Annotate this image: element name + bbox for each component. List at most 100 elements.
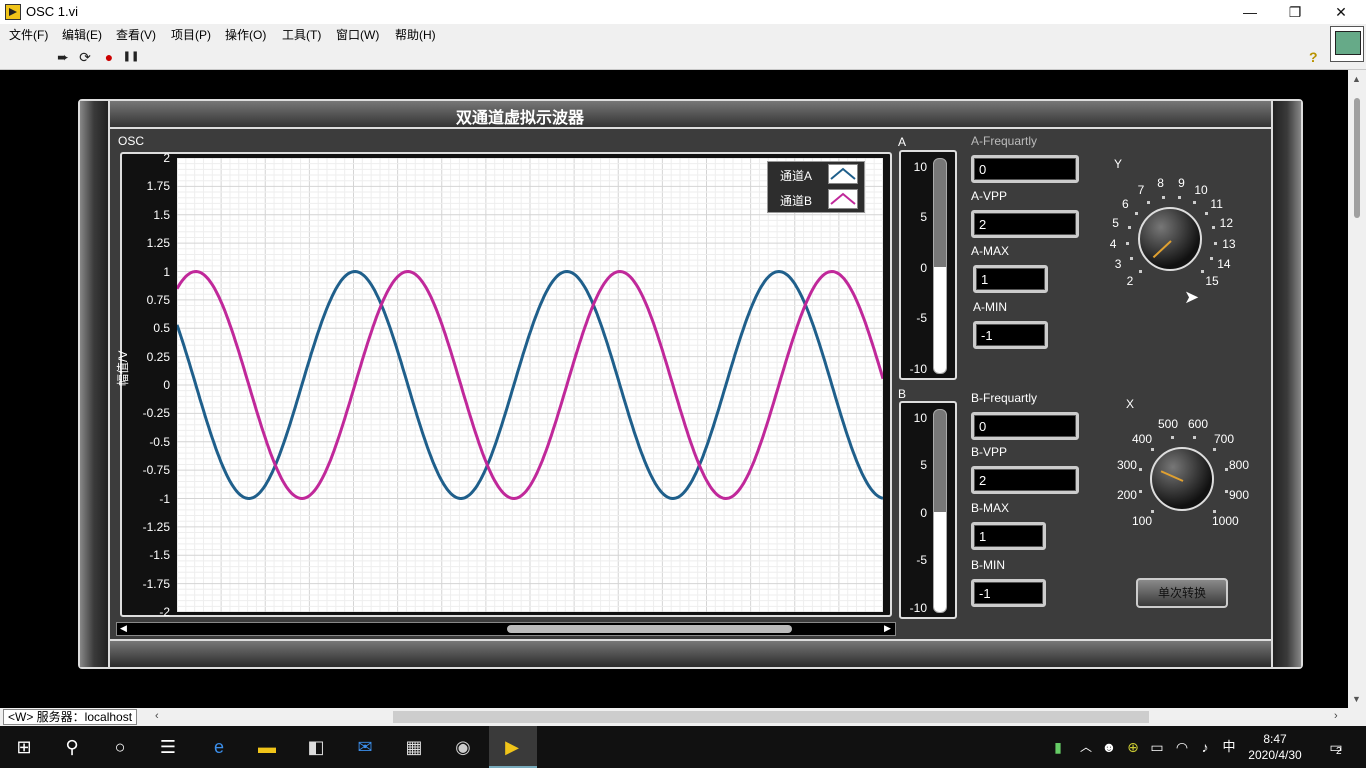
- knob-x-tick: 300: [1116, 457, 1137, 472]
- legend-swatch-b: [828, 189, 858, 209]
- knob-x-tick: 500: [1157, 416, 1178, 431]
- knob-y[interactable]: [1138, 207, 1202, 271]
- wifi-icon[interactable]: ◠: [1170, 735, 1194, 759]
- knob-y-tick: 3: [1114, 256, 1122, 271]
- b-max-field[interactable]: 1: [971, 522, 1046, 550]
- store-icon[interactable]: ◧: [304, 735, 328, 759]
- y-tick-label: 0: [163, 378, 170, 392]
- ime-indicator[interactable]: 中: [1217, 735, 1241, 759]
- menu-tools[interactable]: 工具(T): [282, 26, 321, 43]
- a-freq-field[interactable]: 0: [971, 155, 1079, 183]
- scroll-thumb[interactable]: [1354, 98, 1360, 218]
- abort-icon[interactable]: ●: [100, 49, 118, 65]
- scroll-down-icon[interactable]: ▼: [1352, 694, 1361, 704]
- battery-icon[interactable]: ▭: [1145, 735, 1169, 759]
- menu-help[interactable]: 帮助(H): [395, 26, 436, 43]
- knob-x-tick-mark: [1150, 510, 1154, 514]
- knob-x-label: X: [1126, 397, 1135, 411]
- hscroll-right-icon[interactable]: ›: [1334, 710, 1338, 722]
- y-tick-label: -2: [159, 605, 170, 619]
- y-tick-label: -1.25: [142, 519, 170, 534]
- knob-x-tick-mark: [1224, 490, 1228, 494]
- minimize-button[interactable]: —: [1227, 0, 1273, 24]
- taskbar: ⊞ ⚲ ○ ☰ e ▬ ◧ ✉ ▦ ◉ ▶ ▮ ︿ ☻ ⊕ ▭ ◠ ♪ 中 8:…: [0, 726, 1366, 768]
- run-continuously-icon[interactable]: ⟳: [76, 49, 94, 65]
- meter-a-tick: 0: [920, 261, 927, 275]
- labview-taskbar-icon[interactable]: ▶: [500, 735, 524, 759]
- panel-right-pillar: [1271, 101, 1301, 667]
- notification-count: 2: [1336, 746, 1342, 757]
- b-freq-field[interactable]: 0: [971, 412, 1079, 440]
- y-tick-label: -0.75: [142, 463, 170, 478]
- menu-view[interactable]: 查看(V): [116, 26, 156, 43]
- app-avatar-icon[interactable]: ◉: [451, 735, 475, 759]
- run-icon[interactable]: ➨: [54, 49, 72, 65]
- windows-start-icon[interactable]: ⊞: [12, 735, 36, 759]
- scroll-up-icon[interactable]: ▲: [1352, 74, 1361, 84]
- help-icon[interactable]: ?: [1309, 49, 1318, 65]
- edge-icon[interactable]: e: [207, 735, 231, 759]
- plot-area[interactable]: [175, 157, 885, 613]
- y-tick-label: -0.25: [142, 406, 170, 421]
- task-view-icon[interactable]: ☰: [156, 735, 180, 759]
- knob-y-tick: 14: [1217, 256, 1231, 271]
- knob-y-tick: 11: [1210, 197, 1223, 212]
- knob-x[interactable]: [1150, 447, 1214, 511]
- vertical-scrollbar[interactable]: ▲ ▼: [1348, 70, 1366, 708]
- battery-app-icon[interactable]: ▮: [1046, 735, 1070, 759]
- volume-icon[interactable]: ♪: [1193, 735, 1217, 759]
- maximize-button[interactable]: ❐: [1272, 0, 1318, 24]
- file-explorer-icon[interactable]: ▬: [255, 735, 279, 759]
- knob-y-tick-mark: [1204, 211, 1208, 215]
- b-min-label: B-MIN: [971, 558, 1005, 572]
- calculator-icon[interactable]: ▦: [402, 735, 426, 759]
- a-max-field[interactable]: 1: [973, 265, 1048, 293]
- knob-y-tick-mark: [1127, 225, 1131, 229]
- hscroll-left-icon[interactable]: ‹: [155, 710, 159, 722]
- y-tick-label: 1: [163, 264, 170, 279]
- hscroll-thumb[interactable]: [393, 711, 1149, 723]
- panel-title: 双通道虚拟示波器: [455, 110, 584, 127]
- knob-y-tick: 5: [1112, 215, 1119, 230]
- pause-icon[interactable]: ❚❚: [122, 49, 140, 65]
- menu-project[interactable]: 项目(P): [171, 26, 211, 43]
- knob-x-tick: 700: [1213, 431, 1235, 446]
- knob-x-needle: [1160, 470, 1184, 482]
- menu-window[interactable]: 窗口(W): [336, 26, 379, 43]
- menu-file[interactable]: 文件(F): [9, 26, 48, 43]
- scroll-left-icon[interactable]: ◀: [120, 623, 127, 634]
- y-tick-label: -0.5: [149, 434, 170, 449]
- close-button[interactable]: ✕: [1318, 0, 1364, 24]
- legend-item-a[interactable]: 通道A: [768, 162, 864, 187]
- mail-icon[interactable]: ✉: [353, 735, 377, 759]
- cortana-icon[interactable]: ○: [108, 735, 132, 759]
- menu-edit[interactable]: 编辑(E): [62, 26, 102, 43]
- graph-scroll-thumb[interactable]: [507, 625, 792, 633]
- y-tick-label: -1.5: [149, 548, 170, 563]
- clock[interactable]: 8:47 2020/4/30: [1245, 731, 1305, 763]
- legend-item-b[interactable]: 通道B: [768, 187, 864, 212]
- qq-icon[interactable]: ☻: [1097, 735, 1121, 759]
- y-tick-label: 0.25: [146, 349, 170, 364]
- tray-app-icon[interactable]: ⊕: [1121, 735, 1145, 759]
- show-hidden-icons-icon[interactable]: ︿: [1074, 735, 1098, 759]
- search-icon[interactable]: ⚲: [60, 735, 84, 759]
- a-vpp-field[interactable]: 2: [971, 210, 1079, 238]
- plot-legend[interactable]: 通道A 通道B: [767, 161, 865, 213]
- labview-icon: [5, 4, 21, 20]
- graph-scrollbar[interactable]: ◀ ▶: [116, 622, 896, 636]
- meter-a-tick: -10: [909, 362, 927, 376]
- meter-b-tick: -5: [916, 553, 927, 567]
- scroll-right-icon[interactable]: ▶: [884, 623, 891, 634]
- b-vpp-field[interactable]: 2: [971, 466, 1079, 494]
- a-max-value: 1: [981, 272, 989, 287]
- single-convert-button[interactable]: 单次转换: [1136, 578, 1228, 608]
- vi-icon[interactable]: [1330, 26, 1364, 62]
- a-min-field[interactable]: -1: [973, 321, 1048, 349]
- panel-left-pillar: [80, 101, 110, 667]
- a-freq-label: A-Frequartly: [971, 134, 1038, 148]
- menu-operate[interactable]: 操作(O): [225, 26, 266, 43]
- knob-y-tick-mark: [1210, 257, 1214, 261]
- a-vpp-label: A-VPP: [971, 189, 1008, 203]
- b-min-field[interactable]: -1: [971, 579, 1046, 607]
